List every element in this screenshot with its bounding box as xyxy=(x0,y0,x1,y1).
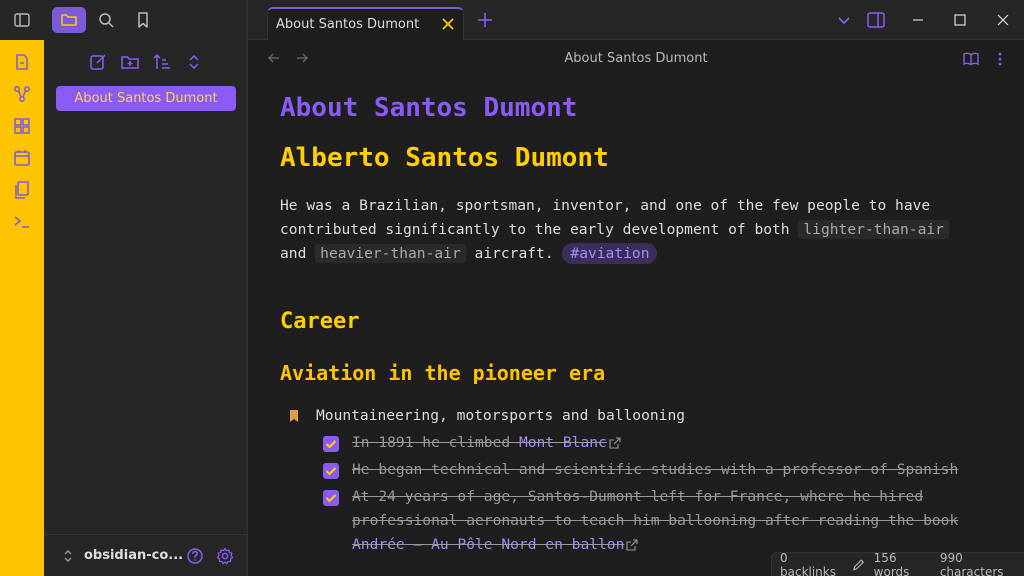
templates-icon[interactable] xyxy=(12,180,32,200)
task-item: In 1891 he climbed Mont Blanc xyxy=(280,431,980,455)
task-text: At 24 years of age, Santos-Dumont left f… xyxy=(352,488,959,529)
toggle-sidebar-button[interactable] xyxy=(5,7,39,33)
character-count: 990 characters xyxy=(939,550,1004,576)
new-folder-icon[interactable] xyxy=(120,52,140,72)
heading-3: Aviation in the pioneer era xyxy=(280,361,606,385)
file-item-about-santos-dumont[interactable]: About Santos Dumont xyxy=(56,86,236,111)
status-bar: 0 backlinks 156 words 990 characters xyxy=(771,550,1024,576)
task-checkbox[interactable] xyxy=(323,490,339,506)
search-icon xyxy=(99,13,114,28)
terminal-icon[interactable] xyxy=(12,212,32,232)
bookmark-icon xyxy=(290,410,298,422)
list-item-text: Mountaineering, motorsports and ballooni… xyxy=(316,407,686,424)
external-link[interactable]: Mont Blanc xyxy=(519,434,607,451)
task-text: He began technical and scientific studie… xyxy=(352,461,959,478)
task-checkbox[interactable] xyxy=(323,463,339,479)
sidebar-header xyxy=(0,0,248,40)
list-item: Mountaineering, motorsports and ballooni… xyxy=(280,404,980,428)
chevron-down-icon[interactable] xyxy=(836,12,852,28)
paragraph-text: and xyxy=(280,245,316,262)
backlinks-count[interactable]: 0 backlinks xyxy=(780,551,843,576)
heading-2: Career xyxy=(280,309,360,334)
paragraph-text: aircraft. xyxy=(465,245,563,262)
title-bar: About Santos Dumont xyxy=(0,0,1024,40)
external-link-icon xyxy=(626,539,638,551)
tag-aviation[interactable]: #aviation xyxy=(562,243,658,264)
more-options-icon[interactable] xyxy=(992,50,1008,68)
paragraph: He was a Brazilian, sportsman, inventor,… xyxy=(280,194,980,266)
checkmark-icon xyxy=(325,440,337,449)
checkmark-icon xyxy=(325,467,337,476)
bookmarks-tab-button[interactable] xyxy=(126,7,160,33)
task-item: He began technical and scientific studie… xyxy=(280,458,980,482)
expand-collapse-icon[interactable] xyxy=(184,52,204,72)
inline-title[interactable]: About Santos Dumont xyxy=(280,90,980,126)
help-icon[interactable] xyxy=(186,547,204,565)
graph-view-icon[interactable] xyxy=(12,84,32,104)
minimize-icon[interactable] xyxy=(910,12,926,28)
task-checkbox[interactable] xyxy=(323,436,339,452)
sort-icon[interactable] xyxy=(152,52,172,72)
new-note-icon[interactable] xyxy=(88,52,108,72)
heading-1: Alberto Santos Dumont xyxy=(280,143,609,173)
inline-code: lighter-than-air xyxy=(798,220,949,239)
task-item: At 24 years of age, Santos-Dumont left f… xyxy=(280,485,980,557)
task-text: In 1891 he climbed xyxy=(352,434,519,451)
file-explorer: About Santos Dumont obsidian-co... xyxy=(44,40,248,576)
word-count: 156 words xyxy=(873,550,910,576)
right-sidebar-toggle-icon[interactable] xyxy=(866,11,886,29)
file-item-label: About Santos Dumont xyxy=(74,91,218,106)
open-quick-switcher-icon[interactable] xyxy=(12,52,32,72)
vault-switcher[interactable]: obsidian-co... xyxy=(44,534,248,576)
external-link[interactable]: Andrée – Au Pôle Nord en ballon xyxy=(352,536,624,553)
canvas-icon[interactable] xyxy=(12,116,32,136)
close-icon[interactable] xyxy=(439,15,457,33)
checkmark-icon xyxy=(325,494,337,503)
list: Mountaineering, motorsports and ballooni… xyxy=(280,404,980,557)
sidebar-toggle-icon xyxy=(14,13,30,27)
note-content[interactable]: About Santos Dumont Alberto Santos Dumon… xyxy=(280,90,980,557)
folder-icon xyxy=(61,14,77,26)
view-header-title[interactable]: About Santos Dumont xyxy=(248,51,1024,66)
vault-name: obsidian-co... xyxy=(84,548,184,563)
window-close-icon[interactable] xyxy=(995,12,1011,28)
ribbon xyxy=(0,40,44,576)
tab-title: About Santos Dumont xyxy=(276,17,420,32)
vault-chevron-icon xyxy=(64,550,72,562)
reading-view-icon[interactable] xyxy=(962,50,980,68)
search-tab-button[interactable] xyxy=(89,7,123,33)
editor-pane: About Santos Dumont About Santos Dumont … xyxy=(248,40,1024,576)
settings-gear-icon[interactable] xyxy=(216,547,234,565)
files-tab-button[interactable] xyxy=(52,7,86,33)
pencil-icon[interactable] xyxy=(851,557,866,573)
external-link-icon xyxy=(609,437,621,449)
maximize-icon[interactable] xyxy=(952,12,968,28)
calendar-icon[interactable] xyxy=(12,148,32,168)
new-tab-icon[interactable] xyxy=(476,11,494,29)
inline-code: heavier-than-air xyxy=(315,244,466,263)
tab-about-santos-dumont[interactable]: About Santos Dumont xyxy=(267,7,464,40)
bookmark-icon xyxy=(138,12,148,28)
